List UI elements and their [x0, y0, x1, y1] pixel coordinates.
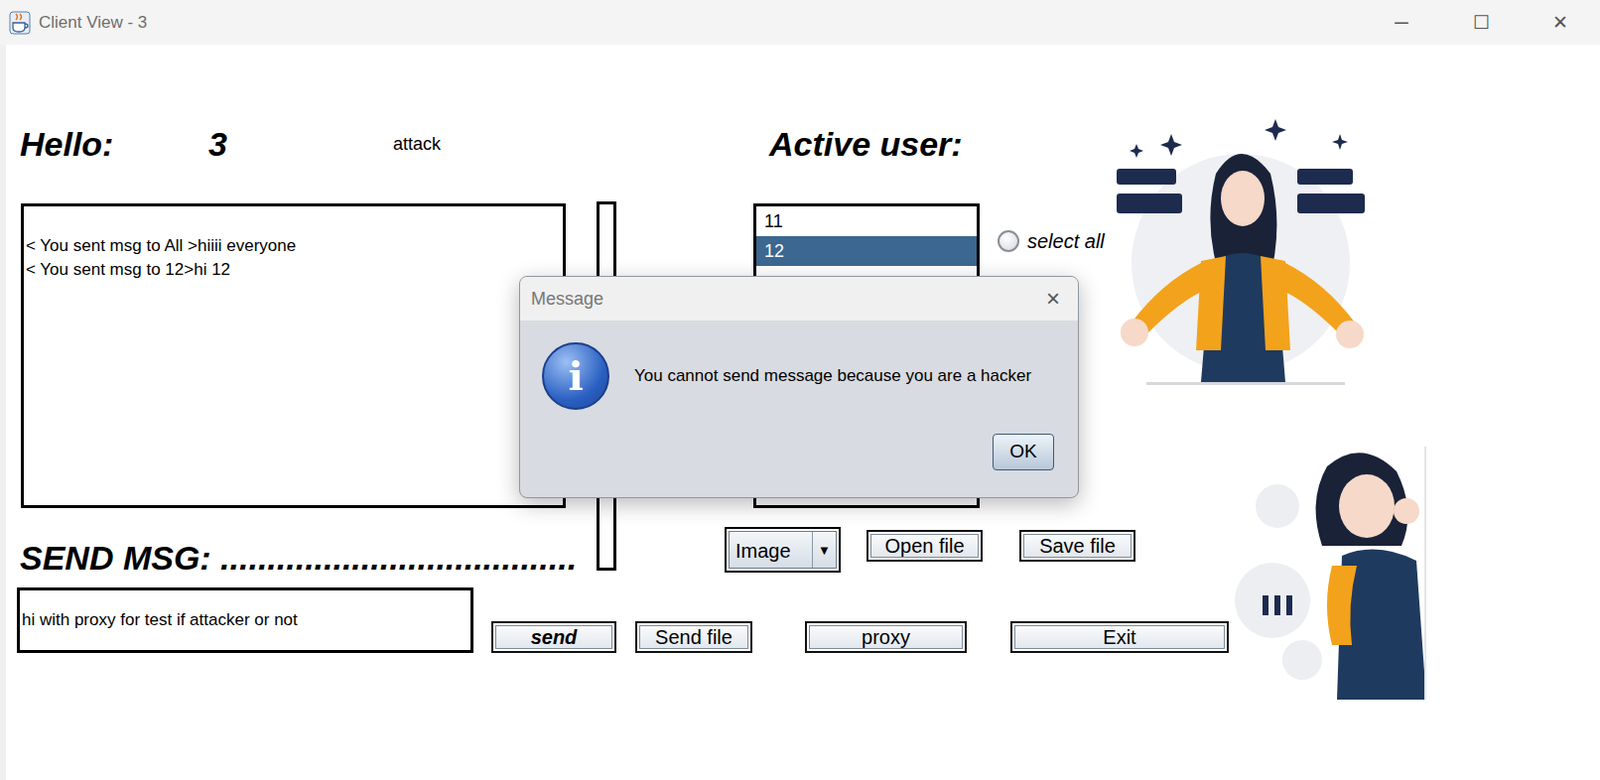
- user-name[interactable]: 11: [764, 211, 784, 232]
- window-body: Hello: 3 attack Active user: < You sent …: [0, 44, 1600, 780]
- file-type-value[interactable]: Image: [729, 532, 812, 568]
- user-name: 3: [208, 124, 394, 164]
- chat-area[interactable]: < You sent msg to All >hiiii everyone< Y…: [20, 203, 566, 509]
- mode-label: attack: [393, 124, 441, 164]
- user-name[interactable]: 12: [764, 241, 785, 262]
- file-type-dropdown[interactable]: Image ▼: [724, 527, 841, 573]
- info-icon: i: [541, 342, 610, 410]
- proxy-button[interactable]: proxy: [804, 621, 967, 654]
- select-all-label[interactable]: select all: [1027, 226, 1105, 257]
- close-button[interactable]: ✕: [1520, 0, 1600, 45]
- send-button[interactable]: send: [491, 621, 617, 654]
- dialog-close-button[interactable]: ×: [1028, 280, 1078, 317]
- dropdown-arrow-icon[interactable]: ▼: [811, 532, 836, 568]
- minimize-button[interactable]: ─: [1361, 0, 1442, 45]
- greeting: Hello: 3 attack: [19, 124, 725, 164]
- window-title: Client View - 3: [38, 9, 147, 36]
- select-all[interactable]: select all: [997, 226, 1105, 257]
- dialog-message: You cannot send message because you are …: [634, 363, 1032, 390]
- chat-line: < You sent msg to 12>hi 12: [25, 258, 561, 282]
- dialog-title: Message: [531, 285, 604, 313]
- java-icon: [8, 10, 31, 35]
- exit-button[interactable]: Exit: [1010, 621, 1229, 654]
- message-input[interactable]: [16, 587, 474, 654]
- ok-button[interactable]: OK: [992, 433, 1055, 471]
- message-dialog: Message × i You cannot send message beca…: [519, 275, 1079, 499]
- maximize-button[interactable]: ☐: [1441, 0, 1521, 45]
- user-item[interactable]: 12: [756, 236, 977, 267]
- hello-label: Hello:: [19, 124, 209, 164]
- send-file-button[interactable]: Send file: [635, 621, 753, 654]
- title-bar: Client View - 3 ─ ☐ ✕: [0, 0, 1600, 45]
- chat-line: < You sent msg to All >hiiii everyone: [25, 234, 561, 259]
- active-user-label: Active user:: [769, 124, 1231, 164]
- welcome-illustration: [1116, 114, 1365, 393]
- peeking-illustration: [1232, 446, 1427, 700]
- save-file-button[interactable]: Save file: [1019, 530, 1136, 562]
- select-all-radio[interactable]: [997, 230, 1020, 253]
- open-file-button[interactable]: Open file: [866, 530, 983, 562]
- user-item[interactable]: 11: [756, 206, 977, 237]
- send-msg-label: SEND MSG: ..............................…: [19, 537, 725, 578]
